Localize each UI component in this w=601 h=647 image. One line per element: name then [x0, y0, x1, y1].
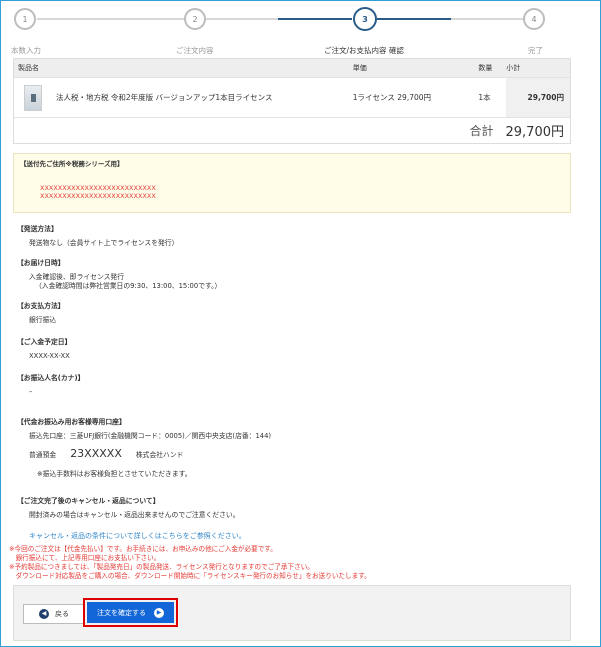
total-label: 合計: [469, 124, 494, 138]
total-value: 29,700円: [505, 125, 565, 140]
action-footer: ◀ 戻る 注文を確定する ▶: [13, 585, 571, 641]
product-unit-price: 1ライセンス 29,700円: [352, 93, 432, 102]
cart-total-row: 合計 29,700円: [14, 117, 570, 143]
step-2-circle: 2: [184, 8, 206, 30]
step-connector: [451, 18, 523, 20]
step-connector: [37, 18, 185, 20]
confirm-button-label: 注文を確定する: [97, 608, 146, 617]
deposit-date-value: XXXX-XX-XX: [29, 352, 70, 360]
table-row: 法人税・地方税 令和2年度版 バージョンアップ1本目ライセンス 1ライセンス 2…: [14, 77, 570, 117]
header-unit-price: 単価: [352, 64, 367, 72]
address-title: 【送付先ご住所※税務シリーズ用】: [20, 160, 124, 168]
bank-fee-note: ※振込手数料はお客様負担とさせていただきます。: [37, 470, 192, 478]
deposit-date-title: 【ご入金予定日】: [17, 338, 72, 346]
cart-table: 製品名 単価 数量 小計 法人税・地方税 令和2年度版 バージョンアップ1本目ラ…: [13, 58, 571, 144]
step-4-circle: 4: [523, 8, 545, 30]
product-quantity: 1本: [478, 93, 491, 102]
shipping-address-box: 【送付先ご住所※税務シリーズ用】 XXXXXXXXXXXXXXXXXXXXXXX…: [13, 153, 571, 213]
step-connector-active: [278, 18, 352, 20]
back-button-label: 戻る: [55, 610, 69, 618]
product-thumbnail-icon: [24, 84, 42, 111]
payment-method-section: 【お支払方法】 銀行振込: [17, 300, 65, 325]
cancel-policy-title: 【ご注文完了後のキャンセル・返品について】: [17, 497, 160, 505]
step-1-label: 本数入力: [11, 46, 41, 55]
confirm-button-highlight: 注文を確定する ▶: [83, 598, 178, 627]
notice-line: 銀行振込にて、上記専用口座にお支払い下さい。: [9, 554, 161, 562]
page-frame: 1 2 3 4 本数入力 ご注文内容 ご注文/お支払内容 確認 完了 製品名 単…: [0, 0, 601, 647]
bank-account-section: 【代金お振込み用お客様専用口座】 振込先口座：三菱UFJ銀行(金融機関コード：0…: [17, 416, 271, 478]
step-3-label: ご注文/お支払内容 確認: [324, 46, 404, 55]
shipping-method-section: 【発送方法】 発送物なし（会員サイト上でライセンスを発行）: [17, 223, 178, 248]
chevron-left-icon: ◀: [39, 609, 49, 619]
cancel-policy-link[interactable]: キャンセル・返品の条件について詳しくはこちらをご参照ください。: [29, 531, 246, 541]
header-product-name: 製品名: [18, 64, 39, 72]
step-3-circle: 3: [353, 7, 377, 31]
step-connector: [206, 18, 278, 20]
product-subtotal: 29,700円: [506, 78, 570, 117]
chevron-right-icon: ▶: [154, 607, 164, 618]
bank-account-type: 普通預金: [29, 451, 57, 459]
payment-method-title: 【お支払方法】: [17, 302, 65, 310]
transfer-name-title: 【お振込人名(カナ)】: [17, 374, 85, 382]
step-2-label: ご注文内容: [176, 46, 214, 55]
transfer-name-section: 【お振込人名(カナ)】 –: [17, 372, 84, 397]
payment-method-value: 銀行振込: [29, 316, 57, 324]
header-quantity: 数量: [478, 64, 493, 72]
bank-account-title: 【代金お振込み用お客様専用口座】: [17, 418, 126, 426]
notice-line: ※予約製品につきましては、「製品発売日」の製品発送、ライセンス発行となりますので…: [9, 563, 314, 571]
step-4-label: 完了: [528, 46, 543, 55]
cancel-policy-section: 【ご注文完了後のキャンセル・返品について】 開封済みの場合はキャンセル・返品出来…: [17, 495, 240, 520]
step-1-circle: 1: [14, 8, 36, 30]
delivery-section: 【お届け日時】 入金確認後、即ライセンス発行 （入金確認時間は弊社営業日の9:3…: [17, 257, 221, 291]
back-button[interactable]: ◀ 戻る: [23, 604, 85, 624]
transfer-name-value: –: [29, 388, 33, 396]
address-line-2: XXXXXXXXXXXXXXXXXXXXXXXXXX: [40, 192, 156, 200]
shipping-method-value: 発送物なし（会員サイト上でライセンスを発行）: [29, 239, 179, 247]
bank-account-number: 23XXXXX: [70, 447, 122, 460]
address-line-1: XXXXXXXXXXXXXXXXXXXXXXXXXX: [40, 184, 156, 192]
progress-stepper: 1 2 3 4 本数入力 ご注文内容 ご注文/お支払内容 確認 完了: [1, 1, 601, 57]
header-subtotal: 小計: [506, 64, 521, 72]
delivery-line-1: 入金確認後、即ライセンス発行: [29, 273, 125, 281]
delivery-title: 【お届け日時】: [17, 259, 65, 267]
confirm-order-button[interactable]: 注文を確定する ▶: [87, 602, 174, 623]
bank-account-line: 振込先口座：三菱UFJ銀行(金融機関コード：0005)／関西中央支店(店番：14…: [29, 432, 272, 440]
delivery-line-2: （入金確認時間は弊社営業日の9:30、13:00、15:00です。）: [35, 282, 222, 290]
cancel-policy-value: 開封済みの場合はキャンセル・返品出来ませんのでご注意ください。: [29, 511, 240, 519]
shipping-method-title: 【発送方法】: [17, 225, 58, 233]
notice-line: ダウンロード対応製品をご購入の場合、ダウンロード開始時に「ライセンスキー発行のお…: [9, 572, 371, 580]
order-notices: ※今回のご注文は【代金先払い】です。お手続きには、お申込みの他にご入金が必要です…: [9, 545, 371, 581]
step-connector-active: [377, 18, 451, 20]
product-name: 法人税・地方税 令和2年度版 バージョンアップ1本目ライセンス: [56, 93, 273, 102]
bank-account-holder: 株式会社ハンド: [135, 451, 184, 459]
notice-line: ※今回のご注文は【代金先払い】です。お手続きには、お申込みの他にご入金が必要です…: [9, 545, 277, 553]
cart-header-row: 製品名 単価 数量 小計: [14, 59, 570, 77]
deposit-date-section: 【ご入金予定日】 XXXX-XX-XX: [17, 336, 71, 361]
